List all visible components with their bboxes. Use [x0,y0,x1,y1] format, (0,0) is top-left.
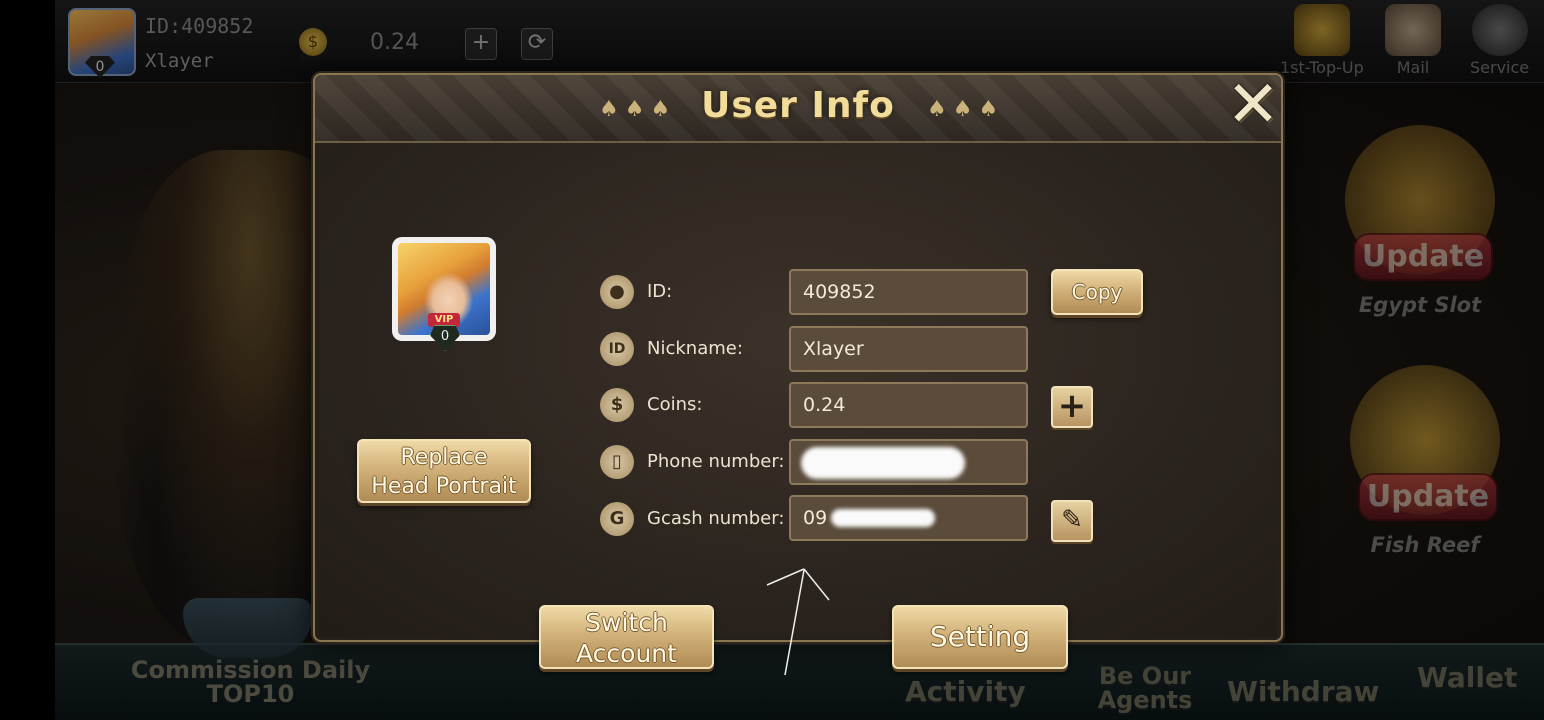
spade-decoration-icon: ♠♠♠ [927,97,1005,122]
nickname-field[interactable]: Xlayer [789,326,1028,372]
phone-icon: ▯ [600,445,634,479]
switch-label-line1: Switch [585,608,668,637]
coins-label: Coins: [647,394,703,415]
dollar-icon: $ [600,388,634,422]
switch-account-button[interactable]: Switch Account [539,605,714,669]
gcash-number-value: 09 [803,507,828,529]
vip-level: 0 [430,325,460,351]
vip-badge: VIP 0 [426,313,462,351]
id-icon: ID [600,332,634,366]
gcash-number-label: Gcash number: [647,508,785,529]
add-coins-button[interactable]: + [1051,386,1093,428]
redaction-mark [831,509,935,527]
dialog-body: VIP 0 Replace Head Portrait ● ID: 409852… [319,143,1277,676]
replace-label-line2: Head Portrait [371,474,517,499]
id-label: ID: [647,281,673,302]
switch-label-line2: Account [576,639,677,668]
id-field: 409852 [789,269,1028,315]
setting-button[interactable]: Setting [892,605,1068,669]
annotation-arrow [766,568,830,676]
edit-pencil-icon[interactable]: ✎ [1051,500,1093,542]
coins-field: 0.24 [789,382,1028,428]
gcash-number-field: 09 [789,495,1028,541]
gcash-icon: G [600,502,634,536]
replace-label-line1: Replace [400,445,488,470]
user-info-dialog: ♠♠♠ User Info ♠♠♠ ✕ VIP 0 Replace Head P… [313,73,1283,676]
avatar: VIP 0 [392,237,496,351]
nickname-label: Nickname: [647,338,743,359]
vip-tag: VIP [428,313,460,327]
dialog-header: ♠♠♠ User Info ♠♠♠ ✕ [315,73,1281,143]
redaction-mark [801,447,965,479]
dialog-title: User Info [701,85,895,126]
user-icon: ● [600,275,634,309]
replace-head-portrait-button[interactable]: Replace Head Portrait [357,439,531,503]
close-icon[interactable]: ✕ [1225,73,1281,137]
phone-number-field [789,439,1028,485]
copy-button[interactable]: Copy [1051,269,1143,315]
phone-number-label: Phone number: [647,451,785,472]
